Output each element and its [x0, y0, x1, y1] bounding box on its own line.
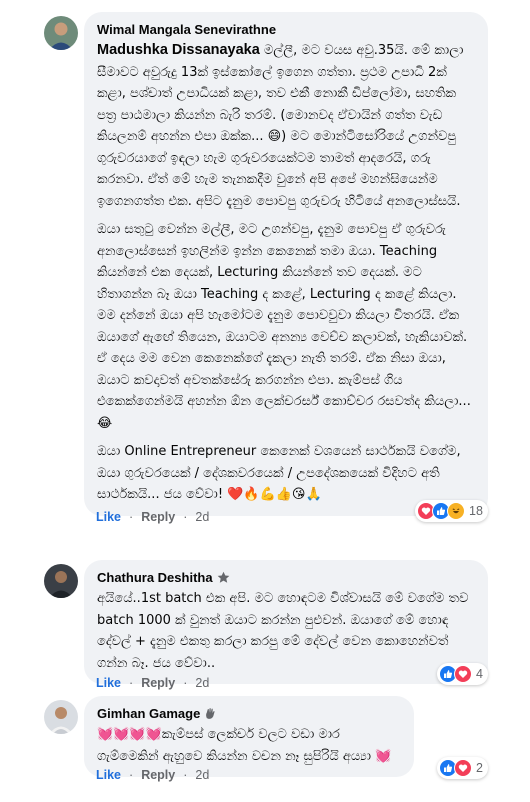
reply-button[interactable]: Reply [141, 510, 175, 524]
comment-bubble: Gimhan Gamage 💓💓💓💓කැම්පස් ලෙක්චර් වලට වඩ… [84, 696, 414, 777]
reaction-summary[interactable]: 2 [437, 757, 488, 779]
mention-link[interactable]: Madushka Dissanayaka [97, 42, 260, 58]
avatar-gimhan-image [44, 700, 78, 734]
waving-hand-icon[interactable] [204, 707, 217, 720]
separator-dot: · [183, 510, 188, 524]
author-name[interactable]: Chathura Deshitha [97, 570, 213, 585]
separator-dot: · [129, 676, 134, 690]
star-badge-icon[interactable] [217, 571, 230, 584]
comment-paragraph: 💓💓💓💓කැම්පස් ලෙක්චර් වලට වඩා මාර ගැම්මෙකි… [97, 727, 392, 764]
comment-actions: Like · Reply · 2d [96, 510, 209, 524]
comment-timestamp[interactable]: 2d [195, 768, 209, 782]
comment-paragraph: ඔයා Online Entrepreneur කෙනෙක් වශයෙන් සා… [97, 444, 461, 502]
comment-actions: Like · Reply · 2d [96, 768, 209, 782]
avatar[interactable] [44, 700, 78, 734]
comment-bubble: Chathura Deshitha අයියේ..1st batch එක අප… [84, 560, 488, 684]
avatar[interactable] [44, 16, 78, 50]
comment-actions: Like · Reply · 2d [96, 676, 209, 690]
reply-button[interactable]: Reply [141, 768, 175, 782]
comment-timestamp[interactable]: 2d [195, 676, 209, 690]
separator-dot: · [129, 768, 134, 782]
comment-body: අයියේ..1st batch එක අපි. මට හොඳටම විශ්වා… [97, 588, 475, 674]
reaction-summary[interactable]: 18 [415, 500, 488, 522]
love-reaction-icon [454, 759, 472, 777]
paragraph-text: මල්ලී, මට වයස අවු.35යි. මේ කාලා සීමාවට අ… [97, 43, 464, 209]
avatar-wimal-image [44, 16, 78, 50]
separator-dot: · [183, 768, 188, 782]
author-name[interactable]: Gimhan Gamage [97, 706, 200, 721]
reaction-count: 2 [476, 761, 483, 775]
comment-author[interactable]: Wimal Mangala Senevirathne [97, 22, 475, 37]
comment-paragraph: ඔයා සතුටු වෙන්න මල්ලී, මට උගන්වපු, දැනුම… [97, 222, 471, 431]
comment-body: Madushka Dissanayaka මල්ලී, මට වයස අවු.3… [97, 40, 475, 506]
comment-bubble: Wimal Mangala Senevirathne Madushka Diss… [84, 12, 488, 516]
reaction-count: 4 [476, 667, 483, 681]
comment-author[interactable]: Gimhan Gamage [97, 706, 401, 721]
avatar[interactable] [44, 564, 78, 598]
like-button[interactable]: Like [96, 510, 121, 524]
author-name[interactable]: Wimal Mangala Senevirathne [97, 22, 276, 37]
separator-dot: · [129, 510, 134, 524]
comment-author[interactable]: Chathura Deshitha [97, 570, 475, 585]
comment-paragraph: අයියේ..1st batch එක අපි. මට හොඳටම විශ්වා… [97, 591, 469, 671]
comment-timestamp[interactable]: 2d [195, 510, 209, 524]
separator-dot: · [183, 676, 188, 690]
reaction-count: 18 [469, 504, 483, 518]
comment-paragraph: Madushka Dissanayaka මල්ලී, මට වයස අවු.3… [97, 40, 475, 212]
haha-reaction-icon [447, 502, 465, 520]
like-button[interactable]: Like [96, 768, 121, 782]
reply-button[interactable]: Reply [141, 676, 175, 690]
like-button[interactable]: Like [96, 676, 121, 690]
comment-body: 💓💓💓💓කැම්පස් ලෙක්චර් වලට වඩා මාර ගැම්මෙකි… [97, 724, 401, 767]
avatar-chathura-image [44, 564, 78, 598]
reaction-summary[interactable]: 4 [437, 663, 488, 685]
love-reaction-icon [454, 665, 472, 683]
